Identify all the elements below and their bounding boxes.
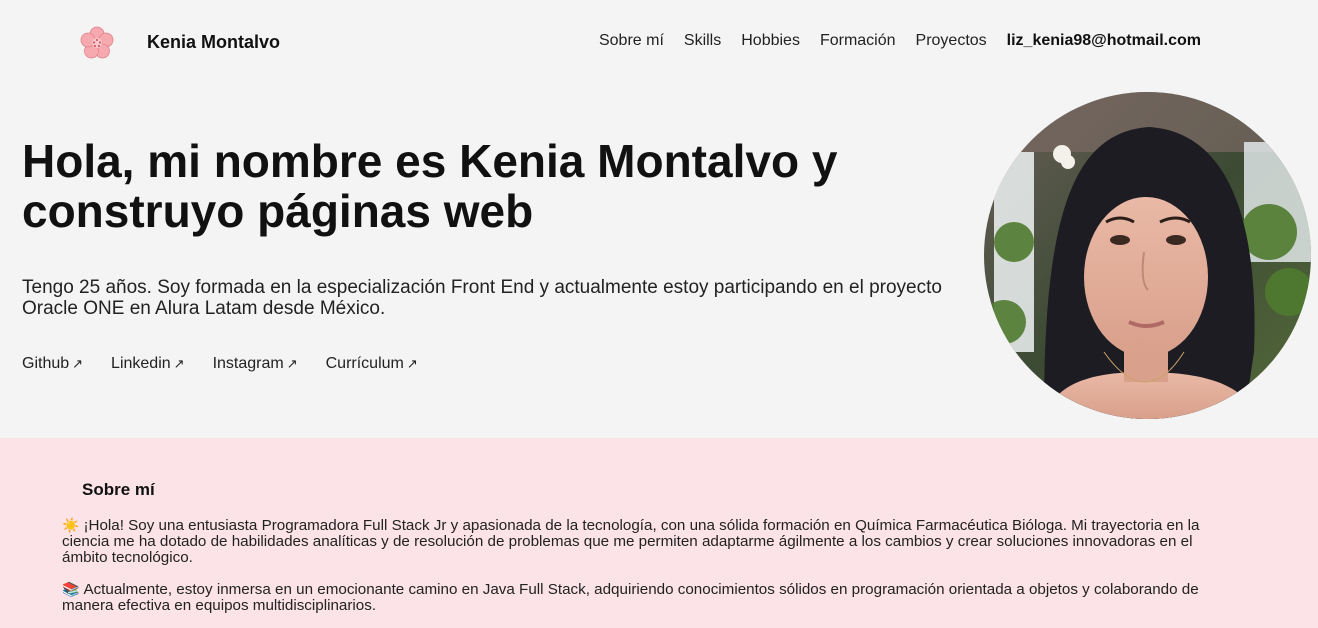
site-header: Kenia Montalvo Sobre mí Skills Hobbies F… (0, 0, 1318, 84)
nav-skills[interactable]: Skills (684, 32, 721, 50)
social-links: Github ↗ Linkedin ↗ Instagram ↗ Currículum ↗ (22, 355, 418, 373)
sun-icon: ☀️ (62, 517, 80, 533)
about-paragraph-2-text: Actualmente, estoy inmersa en un emocion… (62, 581, 1199, 614)
about-section: Sobre mí ☀️ ¡Hola! Soy una entusiasta Pro… (0, 438, 1318, 628)
about-paragraph-2: 📚 Actualmente, estoy inmersa en un emocio… (62, 581, 1222, 614)
github-link[interactable]: Github ↗ (22, 355, 83, 373)
main-nav: Sobre mí Skills Hobbies Formación Proyec… (599, 32, 1201, 50)
linkedin-link-label: Linkedin (111, 355, 171, 372)
instagram-link-label: Instagram (212, 355, 284, 372)
external-link-icon: ↗ (406, 356, 418, 371)
flower-icon[interactable] (80, 26, 114, 60)
github-link-label: Github (22, 355, 70, 372)
linkedin-link[interactable]: Linkedin ↗ (111, 355, 185, 373)
email-link[interactable]: liz_kenia98@hotmail.com (1007, 32, 1201, 50)
external-link-icon: ↗ (286, 356, 298, 371)
brand-name[interactable]: Kenia Montalvo (147, 32, 280, 53)
instagram-link[interactable]: Instagram ↗ (213, 355, 298, 373)
about-paragraph-1: ☀️ ¡Hola! Soy una entusiasta Programadora… (62, 517, 1222, 566)
external-link-icon: ↗ (173, 356, 185, 371)
nav-sobre-mi[interactable]: Sobre mí (599, 32, 664, 50)
about-title: Sobre mí (82, 480, 155, 499)
curriculum-link-label: Currículum (325, 355, 404, 372)
nav-hobbies[interactable]: Hobbies (741, 32, 800, 50)
profile-photo (984, 92, 1311, 419)
hero-description: Tengo 25 años. Soy formada en la especia… (22, 277, 942, 319)
curriculum-link[interactable]: Currículum ↗ (326, 355, 418, 373)
external-link-icon: ↗ (72, 356, 84, 371)
nav-proyectos[interactable]: Proyectos (916, 32, 987, 50)
about-paragraph-1-text: ¡Hola! Soy una entusiasta Programadora F… (62, 517, 1200, 566)
nav-formacion[interactable]: Formación (820, 32, 896, 50)
hero-title: Hola, mi nombre es Kenia Montalvo y cons… (22, 135, 838, 237)
books-icon: 📚 (62, 581, 80, 597)
